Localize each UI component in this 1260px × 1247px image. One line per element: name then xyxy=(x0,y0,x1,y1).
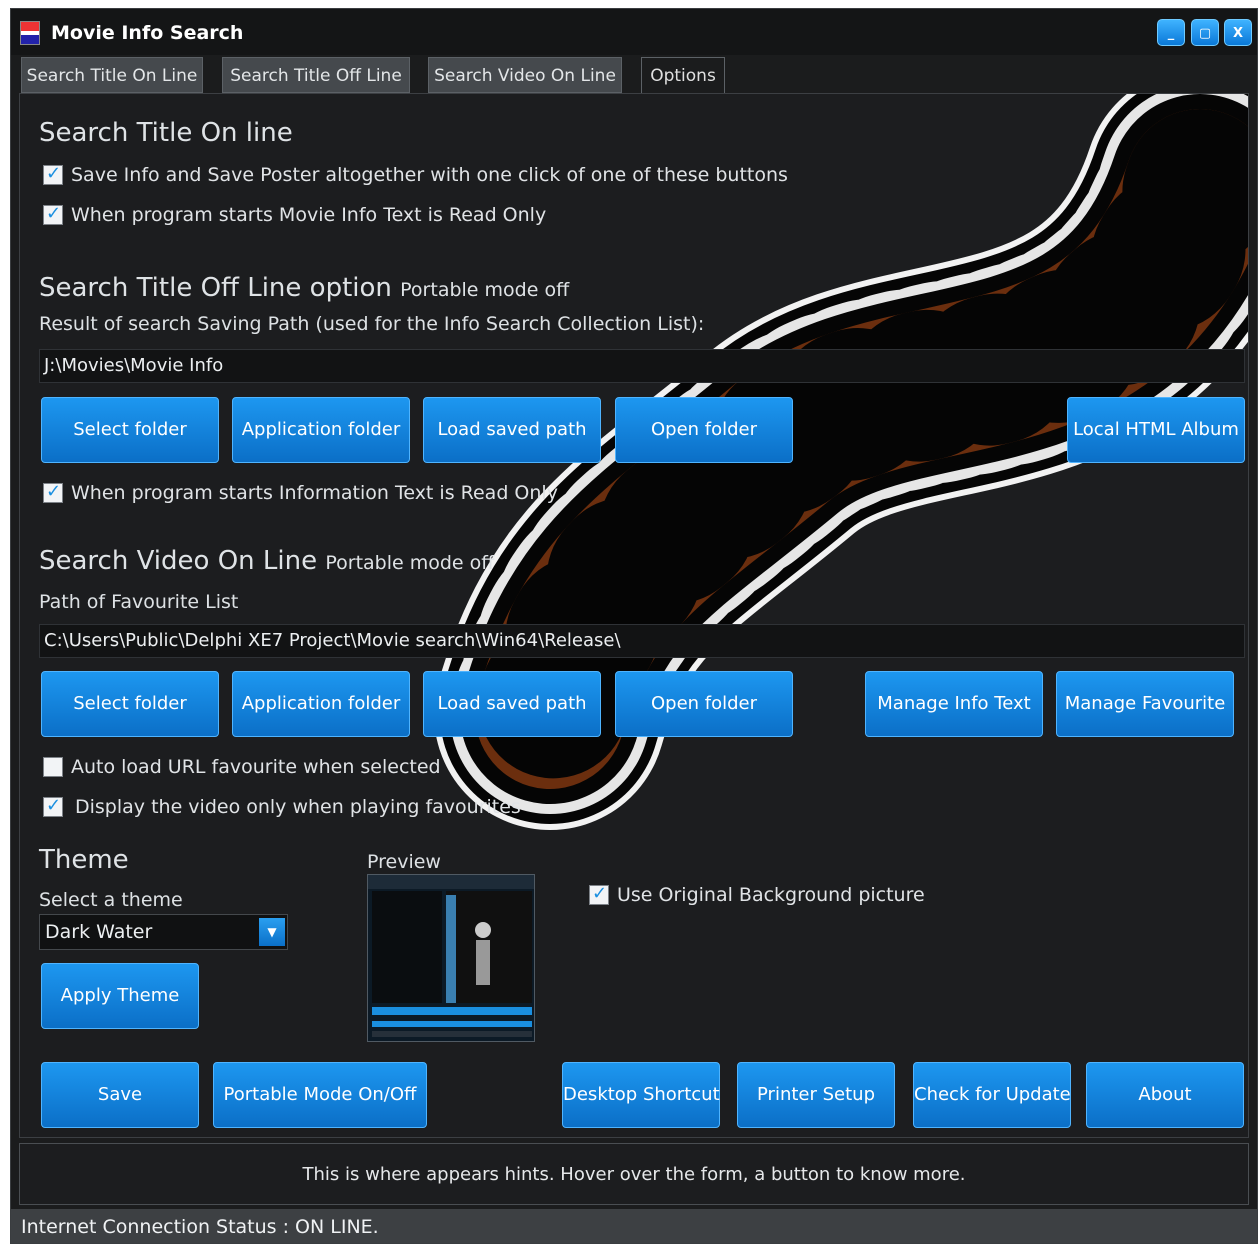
heading-text: Search Video On Line xyxy=(39,546,318,576)
section-heading-video-online: Search Video On Line Portable mode off xyxy=(39,546,494,576)
checkbox-auto-load-url[interactable] xyxy=(43,757,63,777)
section-heading-title-offline: Search Title Off Line option Portable mo… xyxy=(39,273,569,303)
app-icon xyxy=(20,21,40,45)
saving-path-label: Result of search Saving Path (used for t… xyxy=(39,313,705,335)
tab-search-video-online[interactable]: Search Video On Line xyxy=(428,57,622,93)
printer-setup-button[interactable]: Printer Setup xyxy=(737,1062,895,1128)
theme-select-value: Dark Water xyxy=(45,921,153,943)
app-window: Movie Info Search _ ▢ X Search Title On … xyxy=(10,8,1258,1244)
load-saved-path-button[interactable]: Load saved path xyxy=(423,671,601,737)
theme-heading: Theme xyxy=(39,845,129,875)
about-button[interactable]: About xyxy=(1086,1062,1244,1128)
checkbox-info-text-readonly[interactable] xyxy=(43,481,63,503)
local-html-album-button[interactable]: Local HTML Album xyxy=(1067,397,1245,463)
checkbox-label: Display the video only when playing favo… xyxy=(75,796,521,818)
checkbox-display-video-only[interactable] xyxy=(43,795,63,817)
checkbox-label: When program starts Movie Info Text is R… xyxy=(71,204,547,226)
checkbox-movie-info-readonly[interactable] xyxy=(43,203,63,225)
manage-info-text-button[interactable]: Manage Info Text xyxy=(865,671,1043,737)
hint-bar: This is where appears hints. Hover over … xyxy=(19,1143,1249,1205)
check-for-update-button[interactable]: Check for Update xyxy=(913,1062,1071,1128)
open-folder-button[interactable]: Open folder xyxy=(615,671,793,737)
checkbox-use-original-background[interactable] xyxy=(589,883,609,905)
application-folder-button[interactable]: Application folder xyxy=(232,671,410,737)
portable-mode-toggle-button[interactable]: Portable Mode On/Off xyxy=(213,1062,427,1128)
portable-mode-status: Portable mode off xyxy=(400,279,570,301)
checkbox-save-info-poster[interactable] xyxy=(43,163,63,185)
open-folder-button[interactable]: Open folder xyxy=(615,397,793,463)
checkbox-label: Use Original Background picture xyxy=(617,884,925,906)
select-folder-button[interactable]: Select folder xyxy=(41,397,219,463)
maximize-button[interactable]: ▢ xyxy=(1191,19,1219,46)
select-folder-button[interactable]: Select folder xyxy=(41,671,219,737)
checkbox-label: Save Info and Save Poster altogether wit… xyxy=(71,164,788,186)
window-title: Movie Info Search xyxy=(51,22,244,44)
preview-thumbnail-icon xyxy=(368,875,534,1037)
save-button[interactable]: Save xyxy=(41,1062,199,1128)
chevron-down-icon[interactable]: ▼ xyxy=(259,918,285,946)
application-folder-button[interactable]: Application folder xyxy=(232,397,410,463)
preview-label: Preview xyxy=(367,851,441,873)
favourite-path-field[interactable]: C:\Users\Public\Delphi XE7 Project\Movie… xyxy=(39,624,1245,658)
tab-search-title-online[interactable]: Search Title On Line xyxy=(21,57,203,93)
manage-favourite-button[interactable]: Manage Favourite xyxy=(1056,671,1234,737)
theme-select[interactable]: Dark Water ▼ xyxy=(39,914,288,950)
checkbox-label: Auto load URL favourite when selected xyxy=(71,756,441,778)
favourite-path-label: Path of Favourite List xyxy=(39,591,239,613)
close-button[interactable]: X xyxy=(1224,19,1252,46)
section-heading-title-online: Search Title On line xyxy=(39,118,293,148)
select-theme-label: Select a theme xyxy=(39,889,183,911)
theme-preview-image xyxy=(367,874,535,1042)
heading-text: Search Title Off Line option xyxy=(39,273,392,303)
status-bar: Internet Connection Status : ON LINE. xyxy=(11,1209,1257,1243)
portable-mode-status: Portable mode off xyxy=(325,552,495,574)
film-strip-background xyxy=(434,94,1248,830)
title-bar[interactable]: Movie Info Search _ ▢ X xyxy=(11,9,1257,55)
options-panel: Search Title On line Save Info and Save … xyxy=(19,93,1249,1138)
desktop-shortcut-button[interactable]: Desktop Shortcut xyxy=(562,1062,720,1128)
checkbox-label: When program starts Information Text is … xyxy=(71,482,558,504)
tab-search-title-offline[interactable]: Search Title Off Line xyxy=(222,57,410,93)
load-saved-path-button[interactable]: Load saved path xyxy=(423,397,601,463)
apply-theme-button[interactable]: Apply Theme xyxy=(41,963,199,1029)
saving-path-field[interactable]: J:\Movies\Movie Info xyxy=(39,349,1245,383)
tab-options[interactable]: Options xyxy=(641,57,725,95)
minimize-button[interactable]: _ xyxy=(1157,19,1185,46)
